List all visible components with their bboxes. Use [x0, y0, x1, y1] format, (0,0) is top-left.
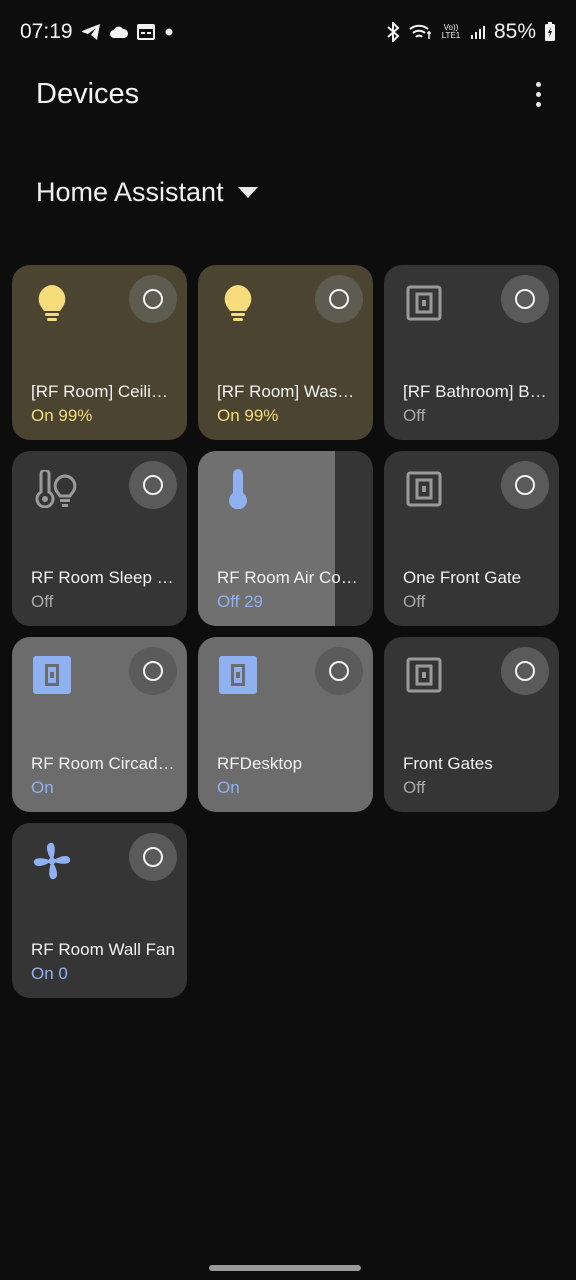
- toggle-circle-icon: [515, 661, 535, 681]
- switch-icon: [404, 655, 444, 695]
- wifi-icon: [408, 23, 432, 41]
- lightbulb-icon: [32, 283, 72, 323]
- volte-icon: Vo)) LTE1: [440, 24, 462, 40]
- device-toggle[interactable]: [129, 647, 177, 695]
- gesture-nav-bar[interactable]: [209, 1265, 361, 1271]
- device-name: [RF Bathroom] B…: [403, 382, 547, 401]
- device-toggle[interactable]: [501, 275, 549, 323]
- device-toggle[interactable]: [129, 275, 177, 323]
- volte-label: Vo)) LTE1: [441, 23, 461, 40]
- device-state: Off: [403, 778, 426, 797]
- switch-icon: [404, 283, 444, 323]
- device-tile-ceiling-light[interactable]: [RF Room] Ceilin… On 99%: [12, 265, 187, 440]
- more-vert-icon[interactable]: [520, 76, 556, 112]
- thermometer-bulb-icon: [32, 469, 80, 509]
- device-name: RF Room Wall Fan: [31, 940, 175, 959]
- calendar-icon: [136, 24, 155, 40]
- signal-icon: [470, 24, 486, 40]
- telegram-icon: [81, 23, 101, 41]
- device-tile-rfdesktop[interactable]: RFDesktop On: [198, 637, 373, 812]
- device-name: Front Gates: [403, 754, 493, 773]
- device-toggle[interactable]: [315, 647, 363, 695]
- switch-icon: [32, 655, 72, 695]
- status-time: 07:19: [20, 20, 73, 43]
- device-state: Off: [403, 406, 426, 425]
- device-name: RF Room Air Con…: [217, 568, 361, 587]
- device-tile-one-front-gate[interactable]: One Front Gate Off: [384, 451, 559, 626]
- device-tile-bathroom[interactable]: [RF Bathroom] B… Off: [384, 265, 559, 440]
- device-toggle[interactable]: [501, 461, 549, 509]
- app-header: Devices: [0, 64, 576, 124]
- status-bar-left: 07:19: [20, 20, 175, 44]
- battery-percent: 85%: [493, 20, 536, 43]
- device-name: RF Room Sleep …: [31, 568, 174, 587]
- device-toggle[interactable]: [129, 833, 177, 881]
- device-tile-wall-fan[interactable]: RF Room Wall Fan On 0: [12, 823, 187, 998]
- device-state: On: [217, 778, 240, 797]
- device-state: Off 29: [217, 592, 263, 611]
- device-name: [RF Room] Wash…: [217, 382, 361, 401]
- toggle-circle-icon: [143, 847, 163, 867]
- lightbulb-icon: [218, 283, 258, 323]
- device-state: Off: [31, 592, 54, 611]
- toggle-circle-icon: [143, 661, 163, 681]
- server-selector-label: Home Assistant: [36, 176, 224, 207]
- device-name: [RF Room] Ceilin…: [31, 382, 175, 401]
- device-tile-front-gates[interactable]: Front Gates Off: [384, 637, 559, 812]
- status-bar-right: Vo)) LTE1 85%: [386, 20, 556, 44]
- toggle-circle-icon: [329, 661, 349, 681]
- dot-icon: [163, 26, 175, 38]
- device-toggle[interactable]: [501, 647, 549, 695]
- device-tile-circadian[interactable]: RF Room Circadi… On: [12, 637, 187, 812]
- device-grid: [RF Room] Ceilin… On 99% [RF Room] Wash……: [12, 265, 559, 998]
- toggle-circle-icon: [515, 475, 535, 495]
- page-title: Devices: [36, 77, 140, 110]
- toggle-circle-icon: [329, 289, 349, 309]
- toggle-circle-icon: [143, 475, 163, 495]
- switch-icon: [218, 655, 258, 695]
- menu-dot: [535, 91, 541, 97]
- device-tile-air-conditioner[interactable]: RF Room Air Con… Off 29: [198, 451, 373, 626]
- dropdown-arrow-icon: [237, 186, 258, 198]
- toggle-circle-icon: [515, 289, 535, 309]
- device-state: On: [31, 778, 54, 797]
- fan-icon: [32, 841, 72, 881]
- menu-dot: [535, 81, 541, 87]
- device-name: One Front Gate: [403, 568, 522, 587]
- device-state: On 99%: [31, 406, 93, 425]
- menu-dot: [535, 101, 541, 107]
- switch-icon: [404, 469, 444, 509]
- battery-icon: [544, 22, 556, 42]
- device-state: On 99%: [217, 406, 279, 425]
- thermometer-icon: [218, 469, 258, 509]
- device-name: RF Room Circadi…: [31, 754, 175, 773]
- server-selector[interactable]: Home Assistant: [36, 168, 258, 216]
- device-tile-sleep[interactable]: RF Room Sleep … Off: [12, 451, 187, 626]
- device-state: Off: [403, 592, 426, 611]
- device-tile-wash-light[interactable]: [RF Room] Wash… On 99%: [198, 265, 373, 440]
- status-bar: 07:19 Vo)) LTE1 85%: [0, 0, 576, 64]
- device-toggle[interactable]: [129, 461, 177, 509]
- device-name: RFDesktop: [217, 754, 303, 773]
- device-state: On 0: [31, 964, 68, 983]
- toggle-circle-icon: [143, 289, 163, 309]
- cloud-icon: [109, 25, 129, 39]
- bluetooth-icon: [386, 22, 400, 42]
- device-toggle[interactable]: [315, 275, 363, 323]
